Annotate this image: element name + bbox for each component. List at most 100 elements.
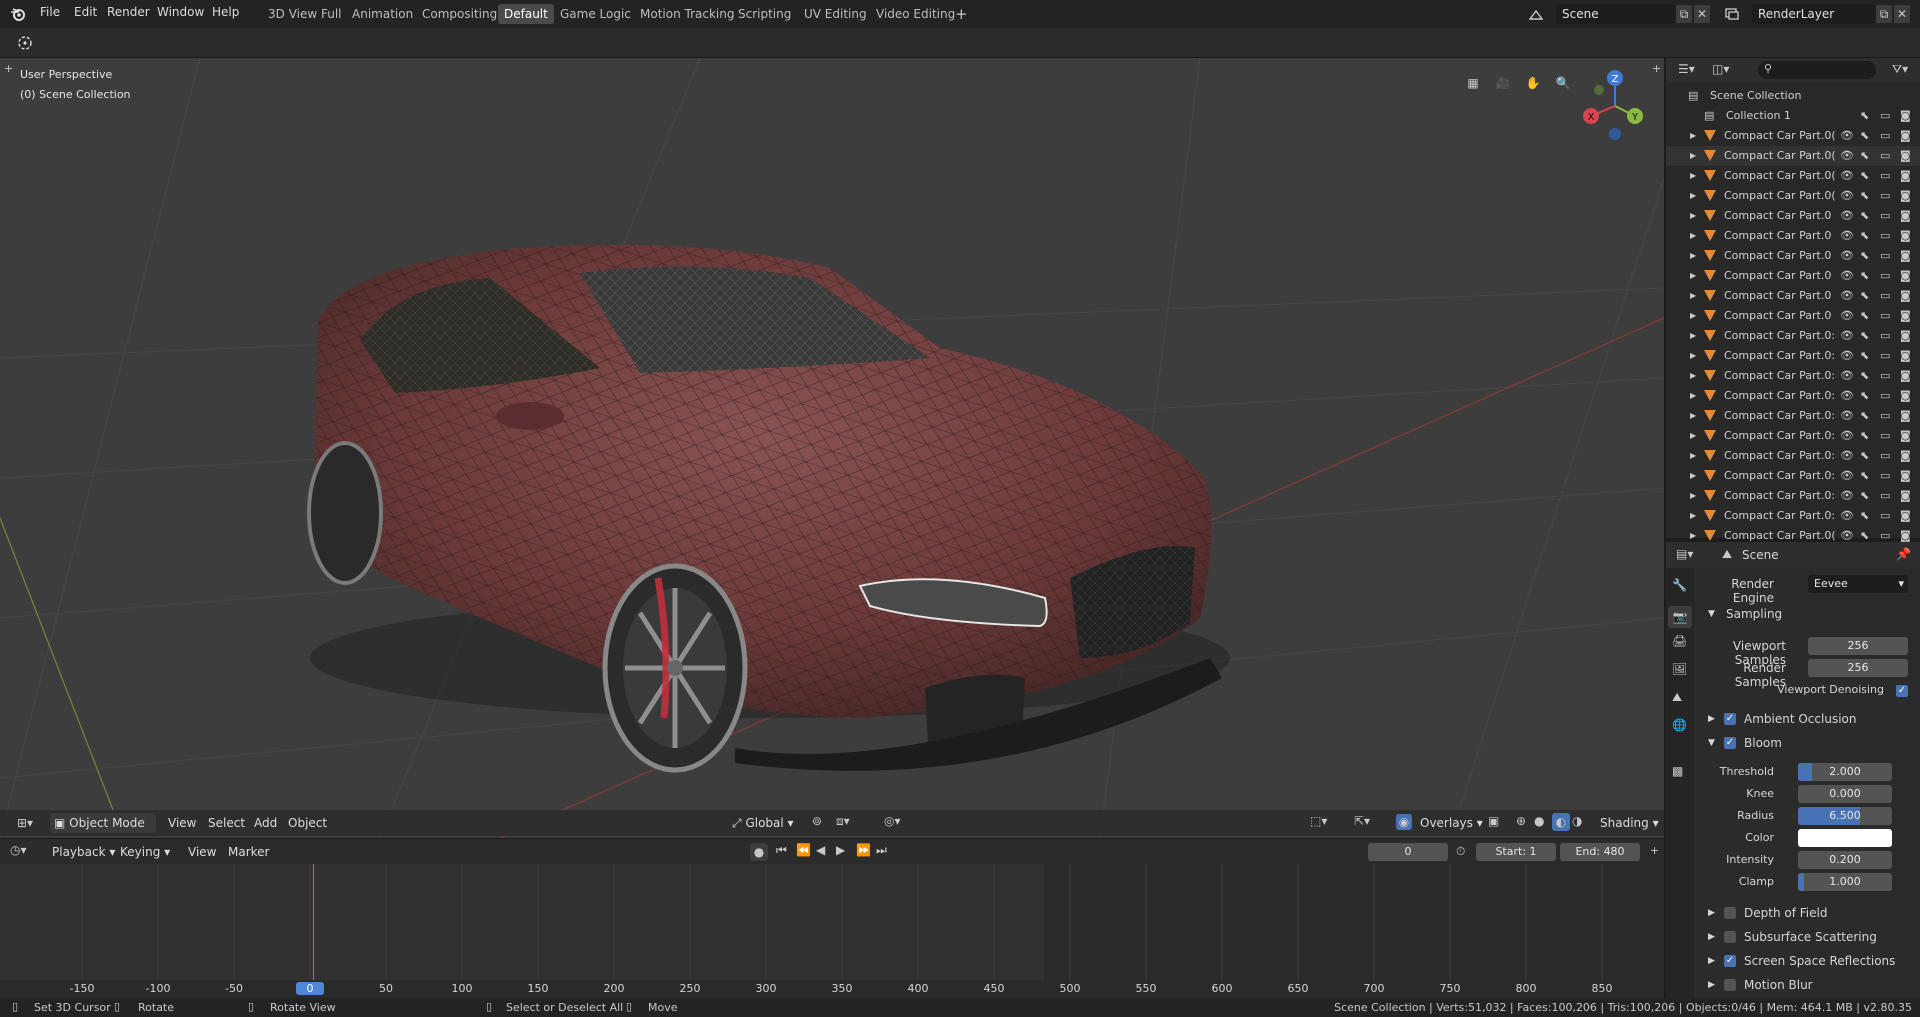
tab-motion-tracking[interactable]: Motion Tracking (634, 4, 740, 24)
viewport-toggle-icon[interactable]: ▭ (1880, 166, 1890, 186)
viewport-toggle-icon[interactable]: ▭ (1880, 366, 1890, 386)
select-toggle-icon[interactable]: ⬉ (1860, 106, 1869, 126)
viewport-toggle-icon[interactable]: ▭ (1880, 346, 1890, 366)
menu-help[interactable]: Help (212, 5, 239, 19)
render-toggle-icon[interactable]: ◙ (1900, 446, 1911, 466)
eye-icon[interactable]: 👁 (1840, 246, 1854, 266)
eye-icon[interactable]: 👁 (1840, 486, 1854, 506)
select-toggle-icon[interactable]: ⬉ (1860, 406, 1869, 426)
render-toggle-icon[interactable]: ◙ (1900, 286, 1911, 306)
eye-icon[interactable]: 👁 (1840, 306, 1854, 326)
texture-tab-icon[interactable]: ▩ (1672, 764, 1683, 778)
viewport-toggle-icon[interactable]: ▭ (1880, 246, 1890, 266)
xray-toggle-icon[interactable]: ▣ (1488, 814, 1499, 828)
output-tab-icon[interactable]: 🖨 (1672, 634, 1687, 648)
outliner-object-row[interactable]: ▶ Compact Car Part.0: 👁 ⬉ ▭ ◙ (1666, 386, 1920, 406)
subsurface-scattering-checkbox[interactable] (1724, 931, 1736, 943)
viewport-toggle-icon[interactable]: ▭ (1880, 286, 1890, 306)
eye-icon[interactable]: 👁 (1840, 446, 1854, 466)
select-toggle-icon[interactable]: ⬉ (1860, 426, 1869, 446)
render-toggle-icon[interactable]: ◙ (1900, 486, 1911, 506)
select-toggle-icon[interactable]: ⬉ (1860, 306, 1869, 326)
material-shading-icon[interactable]: ◐ (1552, 813, 1570, 831)
expand-arrow-icon[interactable]: ▶ (1690, 386, 1696, 406)
tab-video-editing[interactable]: Video Editing (870, 4, 961, 24)
expand-arrow-icon[interactable]: ▶ (1690, 326, 1696, 346)
outliner-object-row[interactable]: ▶ Compact Car Part.0 👁 ⬉ ▭ ◙ (1666, 266, 1920, 286)
outliner-object-row[interactable]: ▶ Compact Car Part.0: 👁 ⬉ ▭ ◙ (1666, 366, 1920, 386)
render-toggle-icon[interactable]: ◙ (1900, 366, 1911, 386)
outliner-object-row[interactable]: ▶ Compact Car Part.0(👁 ⬉ ▭ ◙ (1666, 146, 1920, 166)
intensity-slider[interactable]: 0.200 (1798, 851, 1892, 869)
eye-icon[interactable]: 👁 (1840, 186, 1854, 206)
render-toggle-icon[interactable]: ◙ (1900, 246, 1911, 266)
outliner-object-row[interactable]: ▶ Compact Car Part.0: 👁 ⬉ ▭ ◙ (1666, 406, 1920, 426)
outliner-object-row[interactable]: ▶ Compact Car Part.0 👁 ⬉ ▭ ◙ (1666, 226, 1920, 246)
outliner-editor-type-icon[interactable]: ☰▾ (1678, 62, 1695, 76)
view-object-types-icon[interactable]: ⬚▾ (1310, 814, 1327, 828)
eye-icon[interactable]: 👁 (1840, 286, 1854, 306)
motion-blur-panel-header[interactable]: ▶ Motion Blur (1694, 974, 1920, 996)
navigation-gizmo[interactable]: Z Y X (1575, 66, 1655, 146)
expand-arrow-icon[interactable]: ▶ (1690, 226, 1696, 246)
expand-arrow-icon[interactable]: ▶ (1690, 126, 1696, 146)
select-menu[interactable]: Select (204, 813, 249, 833)
eye-icon[interactable]: 👁 (1840, 506, 1854, 526)
eye-icon[interactable]: 👁 (1840, 426, 1854, 446)
menu-edit[interactable]: Edit (74, 5, 97, 19)
viewport-toggle-icon[interactable]: ▭ (1880, 446, 1890, 466)
select-toggle-icon[interactable]: ⬉ (1860, 466, 1869, 486)
screen-space-reflections-panel-header[interactable]: ▶ ✓ Screen Space Reflections (1694, 950, 1920, 972)
outliner-object-row[interactable]: ▶ Compact Car Part.0: 👁 ⬉ ▭ ◙ (1666, 446, 1920, 466)
motion-blur-checkbox[interactable] (1724, 979, 1736, 991)
expand-arrow-icon[interactable]: ▶ (1690, 246, 1696, 266)
overlays-dropdown[interactable]: Overlays ▾ (1416, 813, 1487, 833)
timeline-corner-plus-icon[interactable]: + (1650, 844, 1659, 857)
outliner-object-row[interactable]: ▶ Compact Car Part.0 👁 ⬉ ▭ ◙ (1666, 306, 1920, 326)
expand-arrow-icon[interactable]: ▶ (1690, 406, 1696, 426)
zoom-icon[interactable]: 🔍 (1552, 72, 1574, 94)
render-toggle-icon[interactable]: ◙ (1900, 466, 1911, 486)
viewport-toggle-icon[interactable]: ▭ (1880, 426, 1890, 446)
screen-space-reflections-checkbox[interactable]: ✓ (1724, 955, 1736, 967)
transform-orientation-dropdown[interactable]: ⤢ Global ▾ (728, 813, 798, 833)
playback-menu[interactable]: Playback ▾ (48, 842, 119, 862)
stopwatch-icon[interactable]: ⏱ (1456, 844, 1465, 859)
delete-scene-icon[interactable]: ✕ (1694, 5, 1710, 23)
render-layer-icon[interactable] (1722, 5, 1742, 23)
outliner-object-row[interactable]: ▶ Compact Car Part.0 👁 ⬉ ▭ ◙ (1666, 206, 1920, 226)
select-toggle-icon[interactable]: ⬉ (1860, 186, 1869, 206)
expand-arrow-icon[interactable]: ▶ (1690, 486, 1696, 506)
viewport-toggle-icon[interactable]: ▭ (1880, 226, 1890, 246)
view-menu[interactable]: View (164, 813, 200, 833)
render-toggle-icon[interactable]: ◙ (1900, 186, 1911, 206)
display-mode-icon[interactable]: ◫▾ (1712, 62, 1729, 76)
tab-scripting[interactable]: Scripting (732, 4, 797, 24)
clamp-slider[interactable]: 1.000 (1798, 873, 1892, 891)
hand-pan-icon[interactable]: ✋ (1522, 72, 1544, 94)
proportional-editing-icon[interactable]: ◎▾ (884, 814, 901, 828)
viewport-toggle-icon[interactable]: ▭ (1880, 386, 1890, 406)
render-toggle-icon[interactable]: ◙ (1900, 226, 1911, 246)
pin-icon[interactable]: 📌 (1896, 547, 1911, 561)
new-scene-icon[interactable]: ⧉ (1676, 5, 1692, 23)
viewport-toggle-icon[interactable]: ▭ (1880, 486, 1890, 506)
render-toggle-icon[interactable]: ◙ (1900, 506, 1911, 526)
threshold-slider[interactable]: 2.000 (1798, 763, 1892, 781)
tab-uv-editing[interactable]: UV Editing (798, 4, 873, 24)
expand-arrow-icon[interactable]: ▶ (1690, 206, 1696, 226)
knee-slider[interactable]: 0.000 (1798, 785, 1892, 803)
render-toggle-icon[interactable]: ◙ (1900, 426, 1911, 446)
expand-arrow-icon[interactable]: ▶ (1690, 366, 1696, 386)
render-toggle-icon[interactable]: ◙ (1900, 306, 1911, 326)
eye-icon[interactable]: 👁 (1840, 206, 1854, 226)
outliner-object-row[interactable]: ▶ Compact Car Part.0: 👁 ⬉ ▭ ◙ (1666, 326, 1920, 346)
eye-icon[interactable]: 👁 (1840, 386, 1854, 406)
mode-dropdown[interactable]: ▣ Object Mode ▾ (50, 813, 156, 850)
expand-arrow-icon[interactable]: ▶ (1690, 186, 1696, 206)
render-toggle-icon[interactable]: ◙ (1900, 106, 1911, 126)
pivot-icon[interactable]: ⊚ (812, 814, 822, 828)
outliner-object-row[interactable]: ▶ Compact Car Part.0 👁 ⬉ ▭ ◙ (1666, 286, 1920, 306)
scene-tab-icon[interactable]: ⛰ (1672, 690, 1682, 705)
properties-editor-type-icon[interactable]: ▤▾ (1676, 547, 1693, 561)
